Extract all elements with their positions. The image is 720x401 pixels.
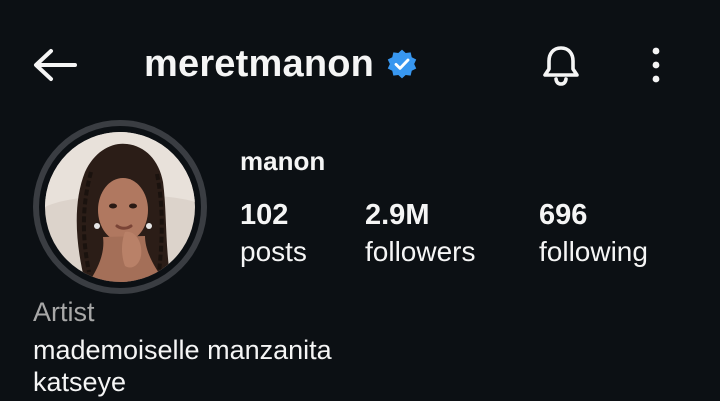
followers-count: 2.9M [365,199,430,231]
following-count: 696 [539,199,588,231]
posts-label: posts [240,236,307,267]
bio-line: katseye [33,367,127,397]
more-options-button[interactable] [640,40,672,90]
posts-count: 102 [240,199,289,231]
following-label: following [539,236,648,267]
avatar [45,132,195,282]
profile-header-title: meretmanon [144,38,418,90]
more-vertical-icon [652,47,660,83]
bio-line: mademoiselle manzanita [33,335,332,365]
profile-avatar-ring[interactable] [33,120,207,294]
display-name: manon [240,146,326,176]
profile-category: Artist [33,297,95,327]
notifications-button[interactable] [536,40,586,90]
followers-label: followers [365,236,476,267]
back-button[interactable] [28,42,82,88]
verified-badge-icon [387,49,417,79]
following-stat[interactable]: 696 following [539,198,648,272]
bell-icon [543,46,579,86]
posts-stat[interactable]: 102 posts [240,198,307,272]
username: meretmanon [144,42,375,85]
back-arrow-icon [34,49,77,81]
followers-stat[interactable]: 2.9M followers [365,198,475,272]
